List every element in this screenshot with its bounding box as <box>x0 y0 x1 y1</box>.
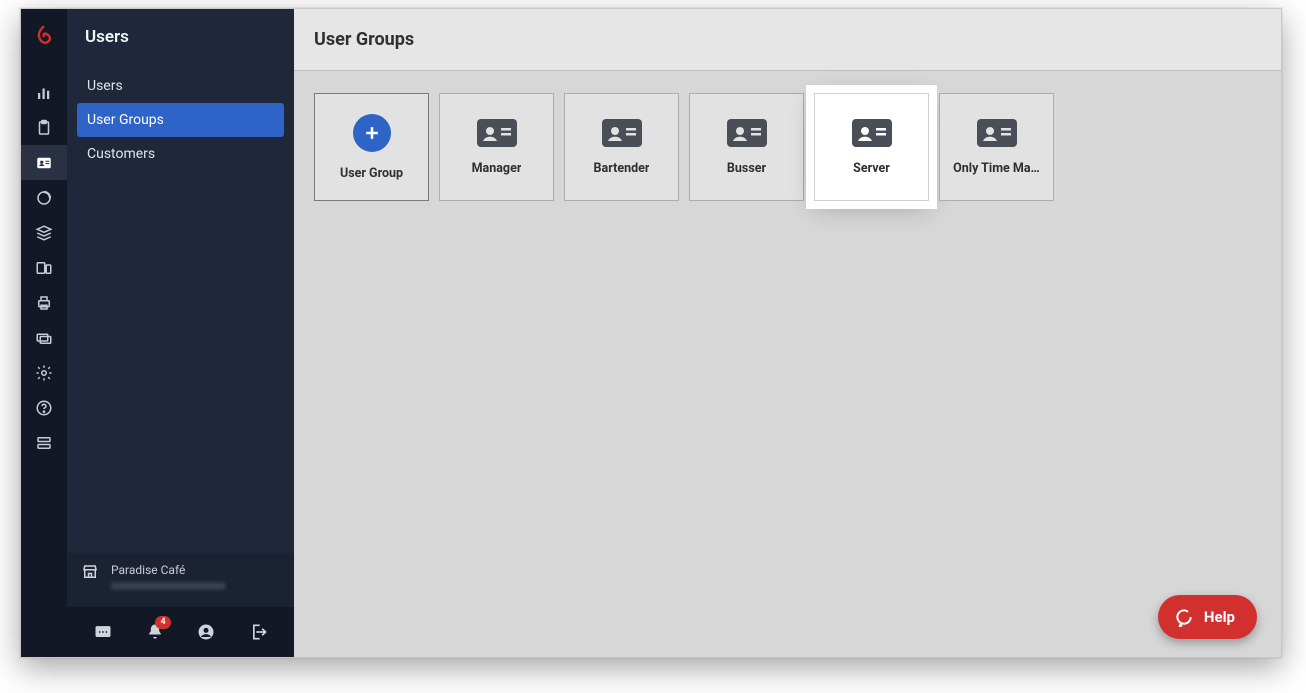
main-area: User Groups User Group Manager Bartender <box>294 9 1281 657</box>
stack-nav-icon[interactable] <box>21 215 67 250</box>
devices-nav-icon[interactable] <box>21 250 67 285</box>
card-label: Bartender <box>594 161 650 176</box>
notifications-icon[interactable]: 4 <box>135 612 175 652</box>
store-subtext: xxxxxxxxxxxxxxxxxxxxx <box>111 579 226 592</box>
id-card-icon <box>727 119 767 147</box>
plus-circle-icon <box>353 114 391 152</box>
server-nav-icon[interactable] <box>21 425 67 460</box>
printer-nav-icon[interactable] <box>21 285 67 320</box>
store-icon <box>81 563 99 581</box>
sidebar-item-user-groups[interactable]: User Groups <box>77 103 284 137</box>
group-card-server[interactable]: Server <box>814 93 929 201</box>
add-user-group-card[interactable]: User Group <box>314 93 429 201</box>
id-card-icon <box>852 119 892 147</box>
store-name: Paradise Café <box>111 563 226 577</box>
id-card-icon <box>602 119 642 147</box>
group-card-manager[interactable]: Manager <box>439 93 554 201</box>
account-icon[interactable] <box>186 612 226 652</box>
help-label: Help <box>1204 608 1235 626</box>
bottom-rail: 4 <box>67 607 294 657</box>
settings-nav-icon[interactable] <box>21 355 67 390</box>
users-nav-icon[interactable] <box>21 145 67 180</box>
group-card-busser[interactable]: Busser <box>689 93 804 201</box>
page-title: User Groups <box>314 29 414 50</box>
side-nav: Users User Groups Customers <box>67 69 294 171</box>
orders-nav-icon[interactable] <box>21 180 67 215</box>
sidebar-item-customers[interactable]: Customers <box>77 137 284 171</box>
messages-icon[interactable] <box>83 612 123 652</box>
card-label: Server <box>853 161 890 176</box>
card-label: Busser <box>727 161 766 176</box>
help-button[interactable]: Help <box>1158 595 1257 639</box>
notification-badge: 4 <box>155 616 170 629</box>
chat-bubble-icon <box>1174 607 1194 627</box>
logout-icon[interactable] <box>238 612 278 652</box>
card-label: Only Time Ma… <box>953 161 1040 176</box>
side-panel-title: Users <box>67 9 294 69</box>
clipboard-nav-icon[interactable] <box>21 110 67 145</box>
group-cards: User Group Manager Bartender Busser <box>294 71 1281 223</box>
help-nav-icon[interactable] <box>21 390 67 425</box>
app-frame: Users Users User Groups Customers Paradi… <box>20 8 1282 658</box>
brand-logo-icon <box>31 23 57 49</box>
analytics-nav-icon[interactable] <box>21 75 67 110</box>
group-card-bartender[interactable]: Bartender <box>564 93 679 201</box>
side-panel: Users Users User Groups Customers Paradi… <box>67 9 294 657</box>
payments-nav-icon[interactable] <box>21 320 67 355</box>
add-card-label: User Group <box>340 166 403 181</box>
group-card-only-time[interactable]: Only Time Ma… <box>939 93 1054 201</box>
card-label: Manager <box>472 161 522 176</box>
id-card-icon <box>477 119 517 147</box>
store-footer: Paradise Café xxxxxxxxxxxxxxxxxxxxx <box>67 553 294 607</box>
main-header: User Groups <box>294 9 1281 71</box>
icon-rail <box>21 9 67 657</box>
id-card-icon <box>977 119 1017 147</box>
sidebar-item-users[interactable]: Users <box>77 69 284 103</box>
